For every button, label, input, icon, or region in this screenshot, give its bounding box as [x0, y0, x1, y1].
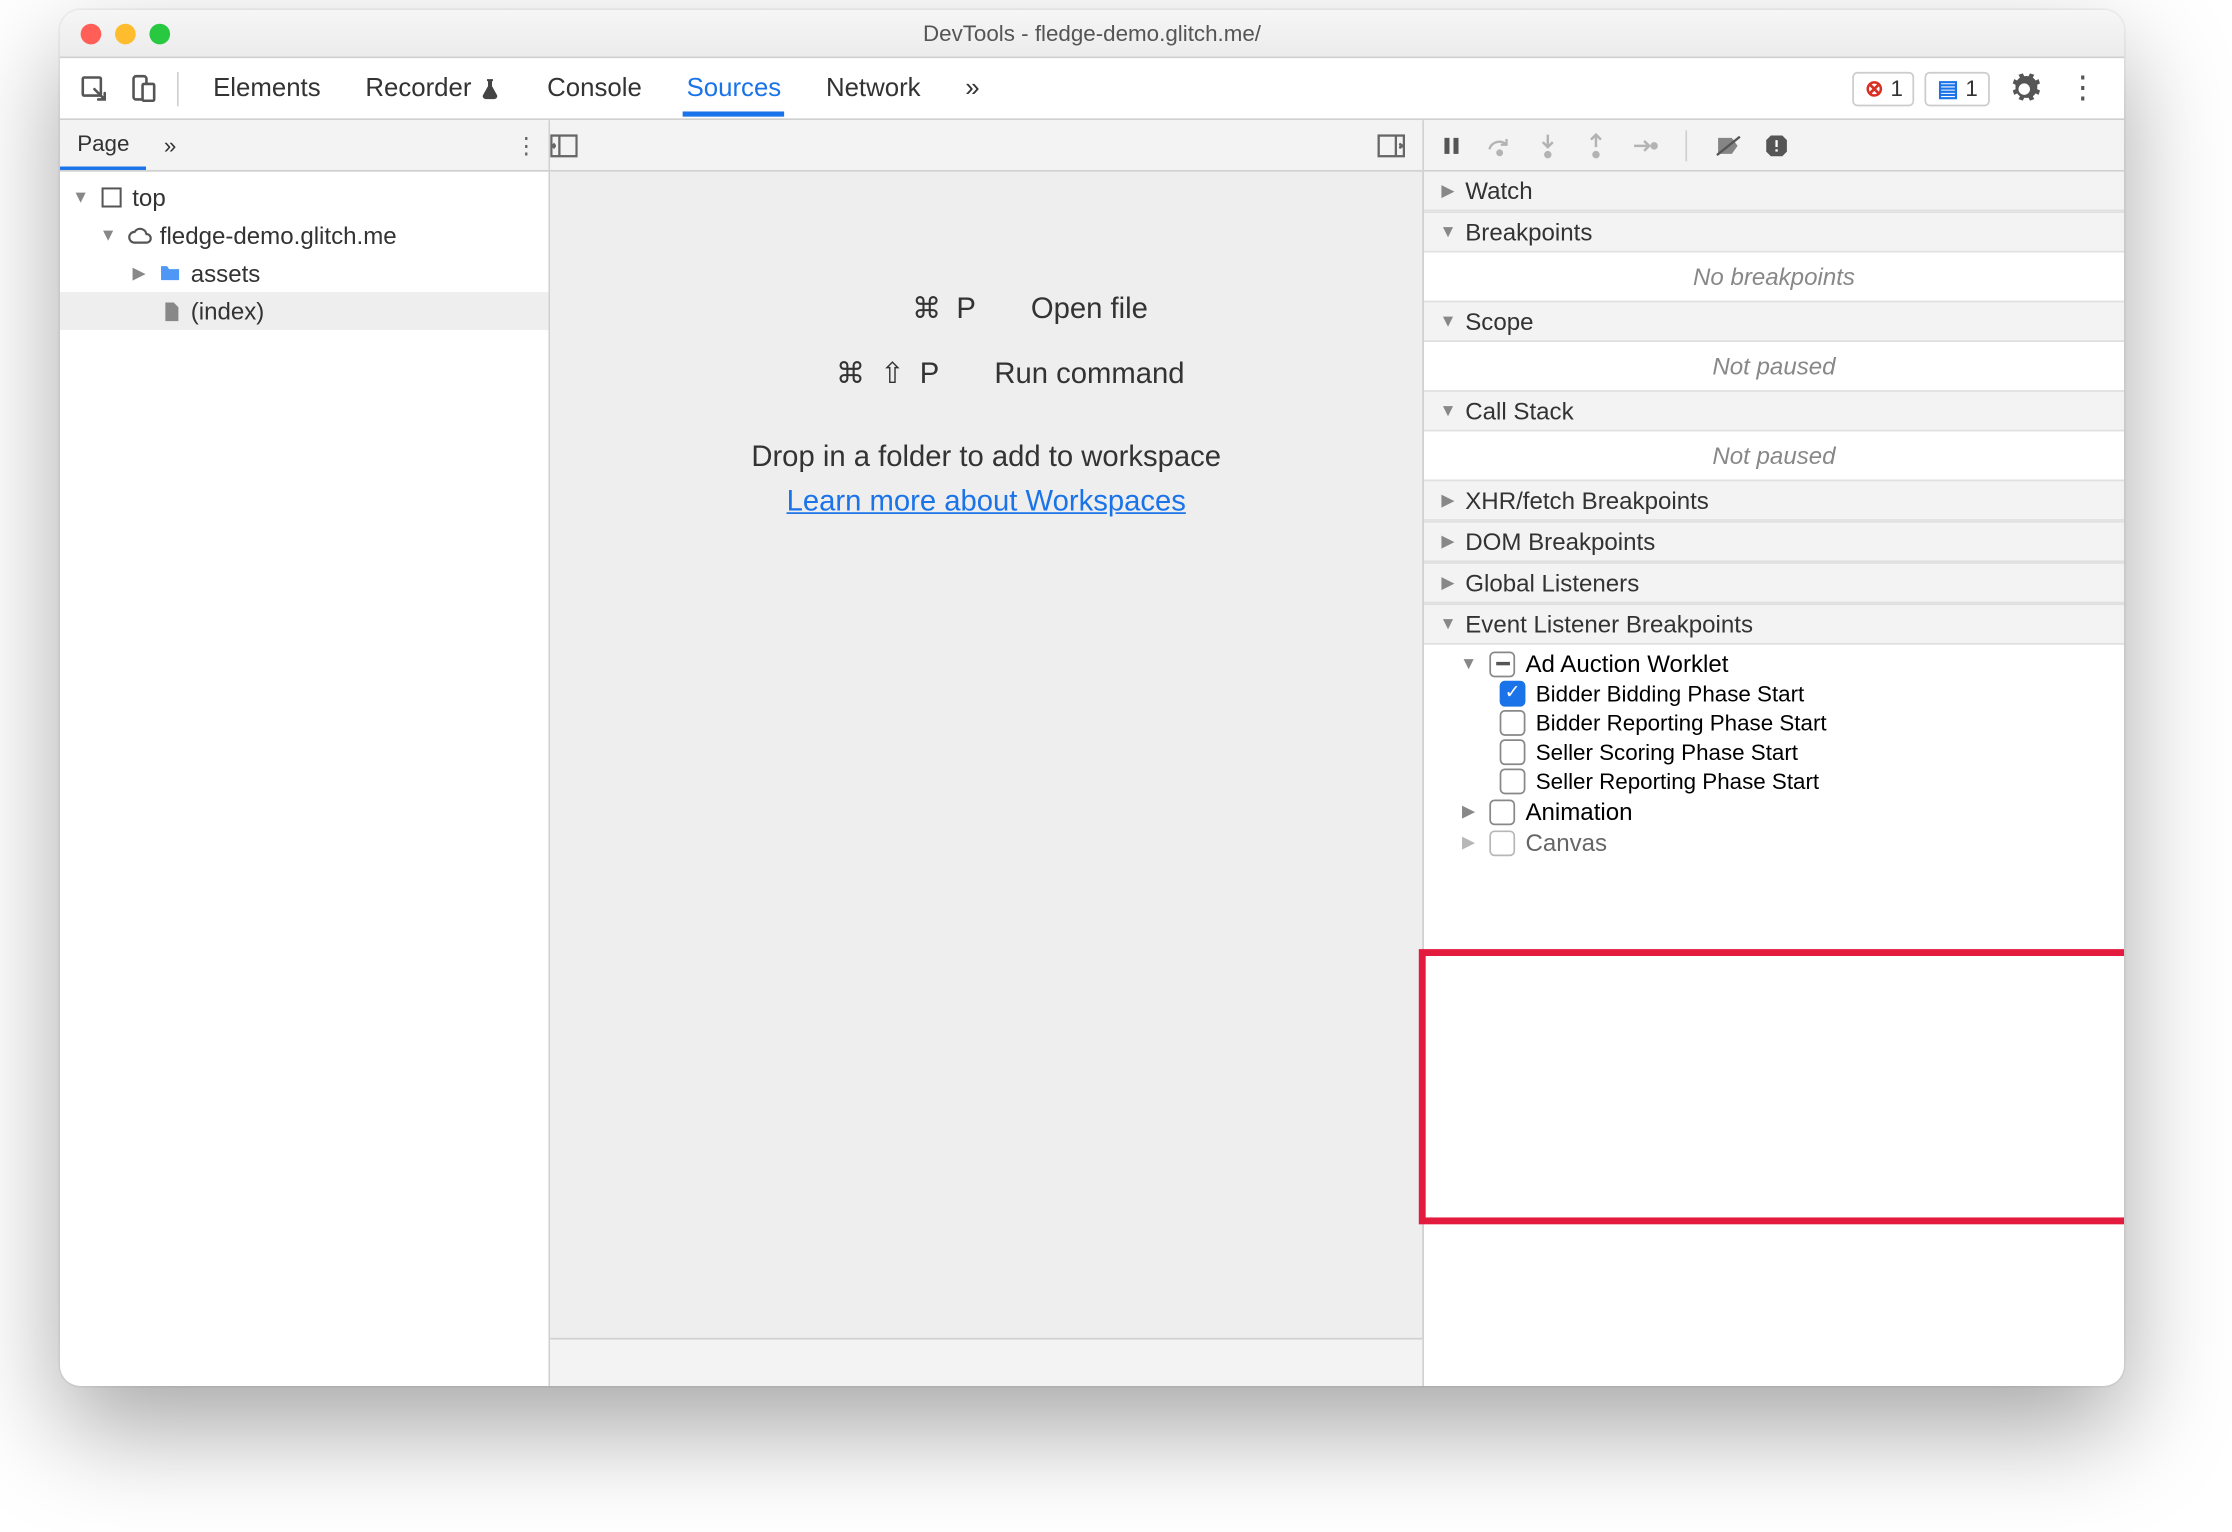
flask-icon [478, 76, 502, 100]
tab-recorder-label: Recorder [365, 74, 471, 103]
step-out-icon[interactable] [1582, 131, 1610, 159]
event-category-ad-auction[interactable]: ▼ Ad Auction Worklet [1424, 648, 2124, 679]
event-seller-reporting[interactable]: Seller Reporting Phase Start [1424, 767, 2124, 796]
pause-icon[interactable] [1438, 133, 1466, 157]
inspect-icon[interactable] [70, 64, 118, 112]
deactivate-breakpoints-icon[interactable] [1715, 131, 1743, 159]
pause-on-exceptions-icon[interactable] [1763, 131, 1791, 159]
tree-label-index: (index) [191, 297, 265, 325]
tree-node-top[interactable]: ▼ top [60, 179, 548, 217]
error-count: 1 [1890, 75, 1902, 101]
checkbox-canvas[interactable] [1489, 830, 1515, 856]
editor-panel: ⌘ P Open file ⌘ ⇧ P Run command Drop in … [550, 120, 1424, 1386]
event-seller-scoring[interactable]: Seller Scoring Phase Start [1424, 738, 2124, 767]
label-event-3: Seller Scoring Phase Start [1536, 739, 1798, 765]
shortcut-run-command: ⌘ ⇧ P [788, 357, 943, 391]
message-count: 1 [1965, 75, 1977, 101]
file-tree: ▼ top ▼ fledge-demo.glitch.me ▶ assets (… [60, 172, 548, 1386]
event-bidder-reporting[interactable]: Bidder Reporting Phase Start [1424, 708, 2124, 737]
label-event-4: Seller Reporting Phase Start [1536, 769, 1819, 795]
tab-network[interactable]: Network [822, 60, 924, 117]
event-category-animation[interactable]: ▶ Animation [1424, 796, 2124, 827]
show-debugger-icon[interactable] [1378, 133, 1423, 157]
pane-xhr-breakpoints[interactable]: ▶XHR/fetch Breakpoints [1424, 480, 2124, 521]
pane-watch[interactable]: ▶Watch [1424, 172, 2124, 212]
tree-label-top: top [132, 184, 165, 212]
main-toolbar: Elements Recorder Console Sources Networ… [60, 58, 2124, 120]
step-into-icon[interactable] [1534, 131, 1562, 159]
pane-breakpoints[interactable]: ▼Breakpoints [1424, 211, 2124, 252]
checkbox-seller-scoring[interactable] [1500, 739, 1526, 765]
minimize-window-button[interactable] [115, 23, 136, 44]
tab-recorder[interactable]: Recorder [362, 60, 506, 117]
tree-label-folder: assets [191, 259, 261, 287]
pane-dom-breakpoints[interactable]: ▶DOM Breakpoints [1424, 521, 2124, 562]
navigator-tab-page[interactable]: Page [60, 120, 147, 170]
checkbox-seller-reporting[interactable] [1500, 769, 1526, 795]
hint-run-command: Run command [994, 357, 1184, 391]
device-toggle-icon[interactable] [118, 64, 166, 112]
zoom-window-button[interactable] [149, 23, 170, 44]
folder-icon [156, 259, 184, 287]
label-event-2: Bidder Reporting Phase Start [1536, 710, 1827, 736]
settings-icon[interactable] [2000, 64, 2048, 112]
checkbox-ad-auction[interactable] [1489, 651, 1515, 677]
no-breakpoints-label: No breakpoints [1424, 253, 2124, 301]
tab-console[interactable]: Console [544, 60, 646, 117]
tree-node-origin[interactable]: ▼ fledge-demo.glitch.me [60, 216, 548, 254]
close-window-button[interactable] [81, 23, 102, 44]
hint-open-file: Open file [1031, 292, 1148, 326]
more-menu-icon[interactable]: ⋮ [2059, 64, 2107, 112]
checkbox-bidder-reporting[interactable] [1500, 710, 1526, 736]
checkbox-animation[interactable] [1489, 799, 1515, 825]
window-title: DevTools - fledge-demo.glitch.me/ [60, 20, 2124, 46]
shortcut-open-file: ⌘ P [824, 292, 979, 326]
tabs-overflow[interactable]: » [962, 60, 983, 117]
navigator-more-icon[interactable]: ⋮ [504, 131, 549, 159]
titlebar: DevTools - fledge-demo.glitch.me/ [60, 10, 2124, 58]
label-canvas: Canvas [1525, 829, 1607, 857]
callstack-not-paused: Not paused [1424, 431, 2124, 479]
scope-not-paused: Not paused [1424, 342, 2124, 390]
pane-call-stack[interactable]: ▼Call Stack [1424, 390, 2124, 431]
learn-more-link[interactable]: Learn more about Workspaces [787, 485, 1186, 519]
tab-elements[interactable]: Elements [210, 60, 324, 117]
navigator-panel: Page » ⋮ ▼ top ▼ fledge-demo.glitch.me ▶ [60, 120, 550, 1386]
event-bidder-bidding[interactable]: Bidder Bidding Phase Start [1424, 679, 2124, 708]
editor-status-bar [550, 1338, 1422, 1386]
checkbox-bidder-bidding[interactable] [1500, 681, 1526, 707]
devtools-window: DevTools - fledge-demo.glitch.me/ Elemen… [60, 10, 2124, 1386]
workspace-drop-hint: Drop in a folder to add to workspace [751, 440, 1221, 474]
tab-sources[interactable]: Sources [683, 60, 785, 117]
pane-event-listener-breakpoints[interactable]: ▼Event Listener Breakpoints [1424, 603, 2124, 644]
show-navigator-icon[interactable] [550, 133, 595, 157]
file-icon [156, 297, 184, 325]
label-event-1: Bidder Bidding Phase Start [1536, 681, 1805, 707]
message-icon: ▤ [1937, 75, 1958, 103]
tree-node-index[interactable]: (index) [60, 292, 548, 330]
tree-label-origin: fledge-demo.glitch.me [160, 222, 397, 250]
step-icon[interactable] [1630, 133, 1658, 157]
pane-global-listeners[interactable]: ▶Global Listeners [1424, 562, 2124, 603]
pane-scope[interactable]: ▼Scope [1424, 301, 2124, 342]
cloud-icon [125, 222, 153, 250]
navigator-tabs-overflow[interactable]: » [147, 122, 194, 168]
main-area: Page » ⋮ ▼ top ▼ fledge-demo.glitch.me ▶ [60, 120, 2124, 1386]
step-over-icon[interactable] [1486, 133, 1514, 157]
label-animation: Animation [1525, 798, 1632, 826]
label-ad-auction: Ad Auction Worklet [1525, 650, 1728, 678]
error-count-badge[interactable]: ⊗ 1 [1853, 71, 1915, 105]
tree-node-folder[interactable]: ▶ assets [60, 254, 548, 292]
frame-icon [98, 184, 126, 212]
debugger-panel: ▶Watch ▼Breakpoints No breakpoints ▼Scop… [1424, 120, 2124, 1386]
event-category-canvas[interactable]: ▶ Canvas [1424, 827, 2124, 858]
error-icon: ⊗ [1865, 75, 1884, 103]
message-count-badge[interactable]: ▤ 1 [1925, 71, 1990, 105]
